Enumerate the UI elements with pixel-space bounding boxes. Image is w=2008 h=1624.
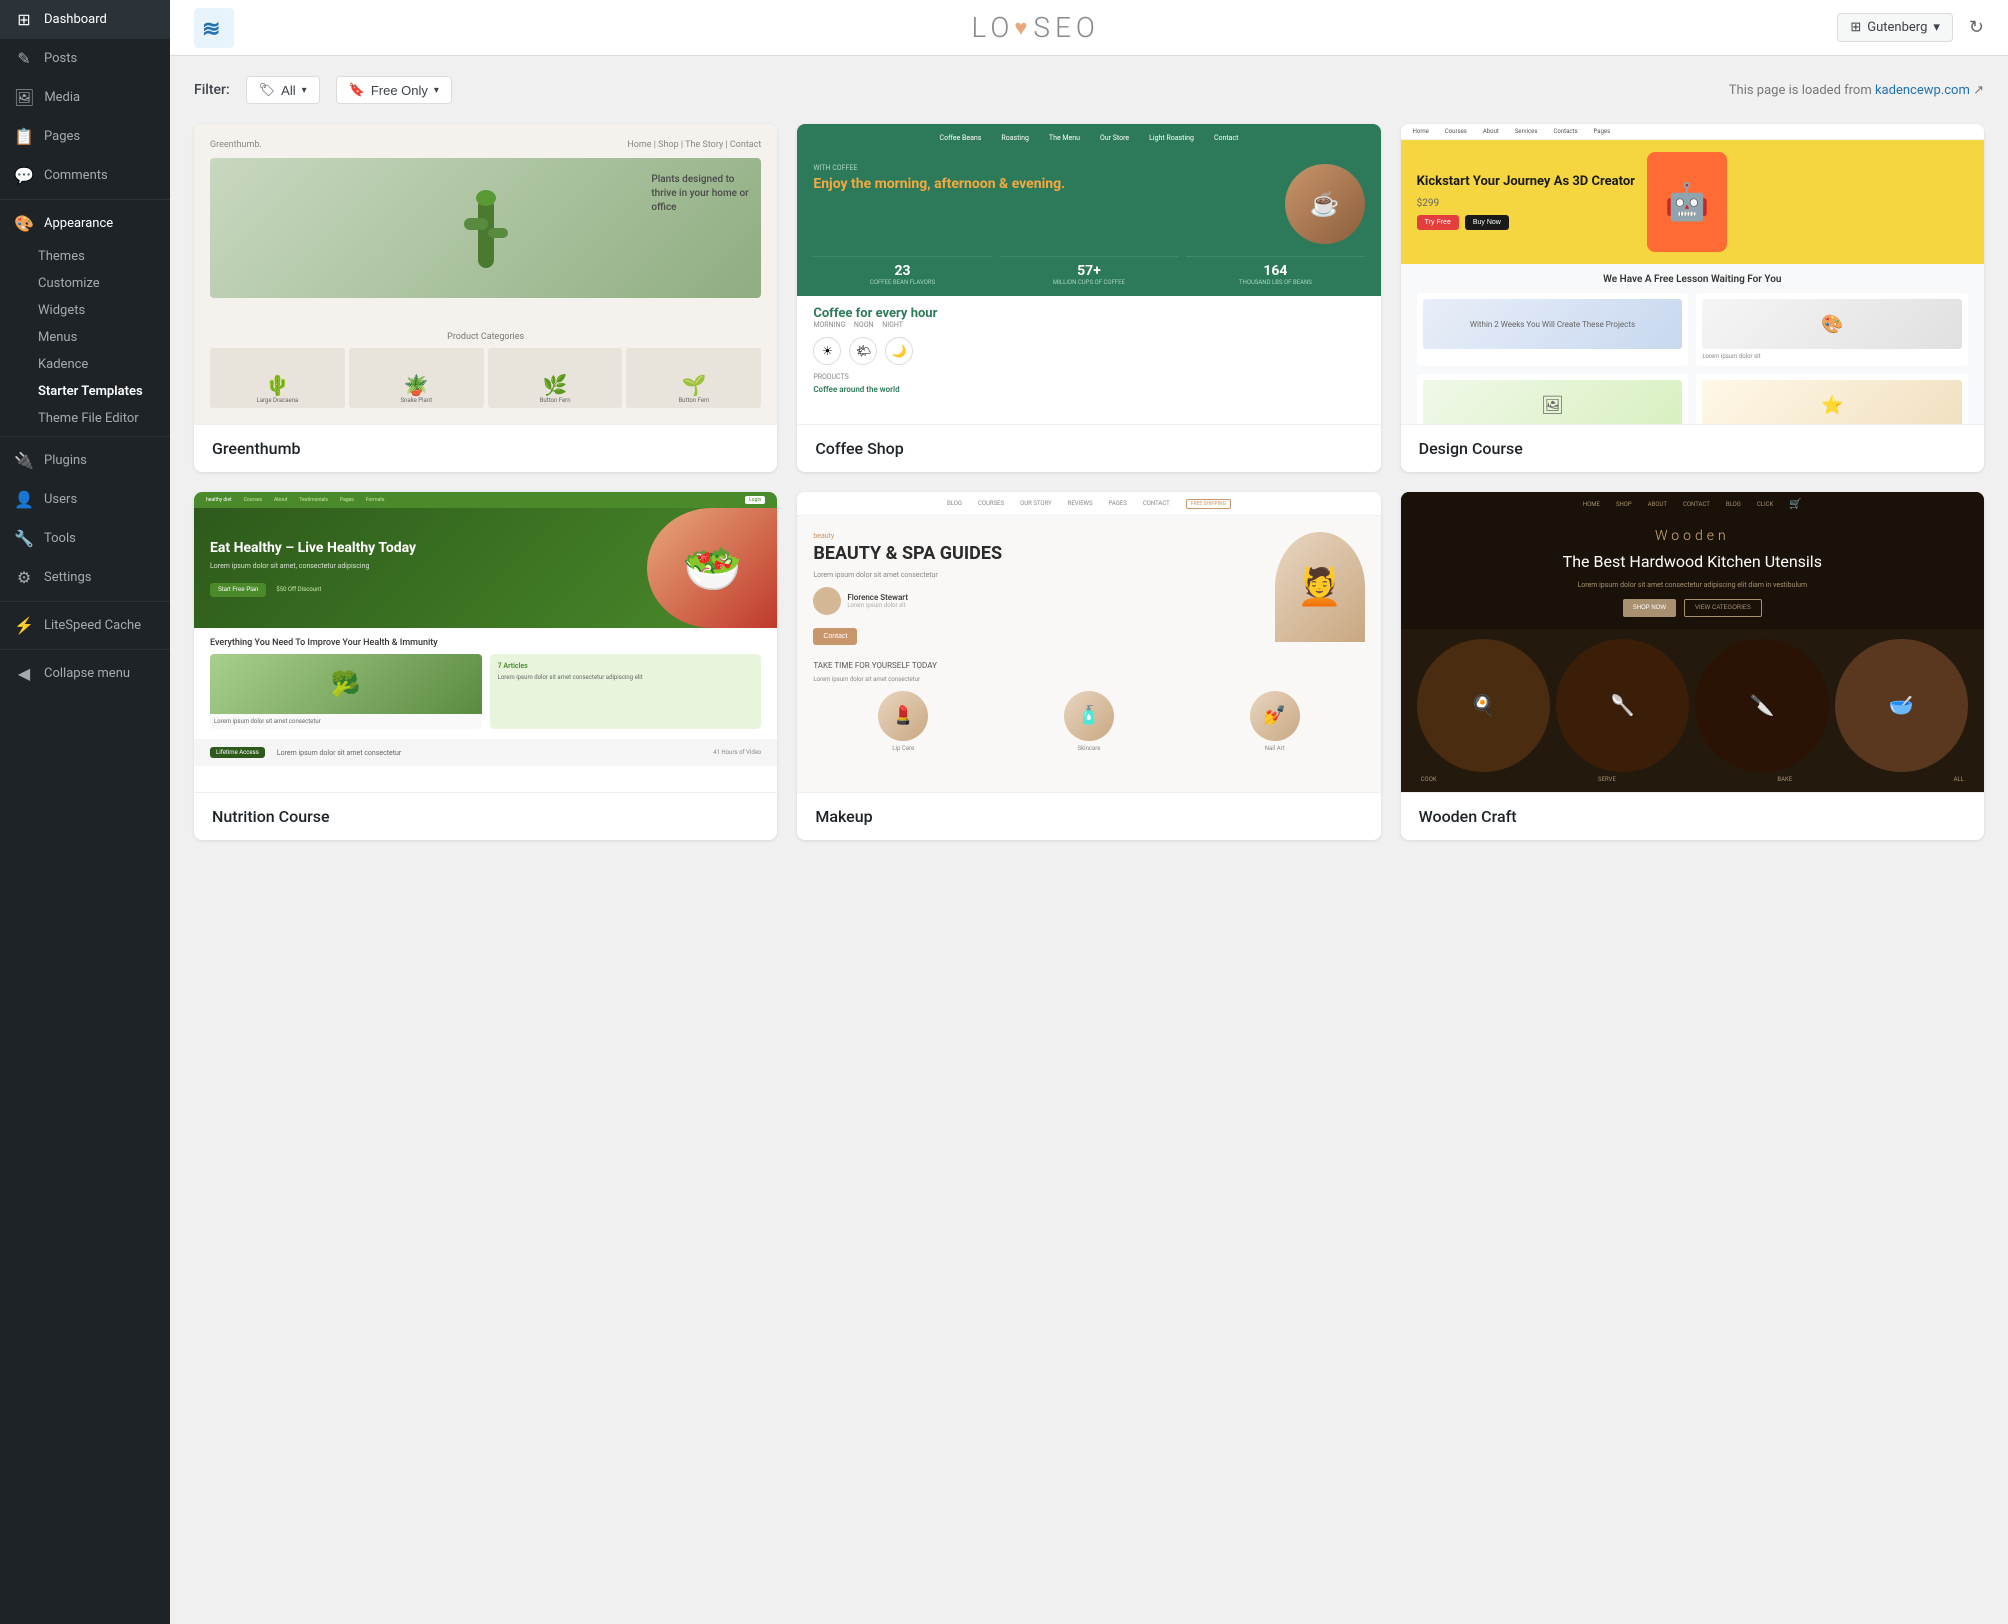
sidebar-sub-customize[interactable]: Customize bbox=[0, 270, 170, 297]
filter-all-label: All bbox=[281, 83, 295, 98]
topbar-right: ⊞ Gutenberg ▾ ↻ bbox=[1837, 13, 1984, 42]
settings-icon: ⚙ bbox=[14, 568, 34, 587]
collapse-label: Collapse menu bbox=[44, 666, 130, 681]
sidebar-sub-starter-templates[interactable]: Starter Templates bbox=[0, 378, 170, 405]
sidebar-item-label: Tools bbox=[44, 531, 76, 546]
sidebar-item-label: Comments bbox=[44, 168, 108, 183]
topbar: ≋ LO ♥ SEO ⊞ Gutenberg ▾ ↻ bbox=[170, 0, 2008, 56]
template-title-greenthumb: Greenthumb bbox=[194, 424, 777, 472]
template-title-nutrition-course: Nutrition Course bbox=[194, 792, 777, 840]
template-card-nutrition-course[interactable]: healthy diet Courses About Testimonials … bbox=[194, 492, 777, 840]
filter-bar: Filter: 🏷 All ▾ 🔖 Free Only ▾ This page … bbox=[194, 76, 1984, 104]
sidebar-item-users[interactable]: 👤 Users bbox=[0, 480, 170, 519]
topbar-logo: ≋ bbox=[194, 8, 234, 48]
template-title-wooden-craft: Wooden Craft bbox=[1401, 792, 1984, 840]
template-grid: Greenthumb. Home | Shop | The Story | Co… bbox=[194, 124, 1984, 840]
appearance-icon: 🎨 bbox=[14, 214, 34, 233]
template-title-coffee-shop: Coffee Shop bbox=[797, 424, 1380, 472]
filter-left: Filter: 🏷 All ▾ 🔖 Free Only ▾ bbox=[194, 76, 452, 104]
media-icon: 🖼 bbox=[14, 88, 34, 107]
chevron-down-icon: ▾ bbox=[434, 85, 439, 96]
sidebar-item-label: Settings bbox=[44, 570, 91, 585]
logo-text-lo: LO bbox=[971, 11, 1014, 44]
sidebar-item-dashboard[interactable]: ⊞ Dashboard bbox=[0, 0, 170, 39]
site-logo-icon: ≋ bbox=[194, 8, 234, 48]
divider bbox=[0, 649, 170, 650]
template-preview-design-course: Home Courses About Services Contacts Pag… bbox=[1401, 124, 1984, 424]
logo-heart-icon: ♥ bbox=[1014, 15, 1033, 41]
chevron-down-icon: ▾ bbox=[1933, 20, 1940, 35]
users-icon: 👤 bbox=[14, 490, 34, 509]
collapse-icon: ◀ bbox=[14, 664, 34, 683]
tag-icon: 🏷 bbox=[259, 82, 276, 98]
plugins-icon: 🔌 bbox=[14, 451, 34, 470]
page-source-text: This page is loaded from bbox=[1729, 83, 1872, 98]
logo-text-seo: SEO bbox=[1033, 11, 1100, 44]
template-card-coffee-shop[interactable]: Coffee BeansRoastingThe MenuOur StoreLig… bbox=[797, 124, 1380, 472]
sidebar-item-label: Dashboard bbox=[44, 12, 107, 27]
sidebar-sub-kadence[interactable]: Kadence bbox=[0, 351, 170, 378]
template-preview-greenthumb: Greenthumb. Home | Shop | The Story | Co… bbox=[194, 124, 777, 424]
svg-text:≋: ≋ bbox=[202, 17, 220, 42]
sidebar-sub-theme-file-editor[interactable]: Theme File Editor bbox=[0, 405, 170, 432]
sidebar-sub-themes[interactable]: Themes bbox=[0, 243, 170, 270]
sidebar-item-label: Users bbox=[44, 492, 77, 507]
template-preview-nutrition-course: healthy diet Courses About Testimonials … bbox=[194, 492, 777, 792]
sidebar-item-label: LiteSpeed Cache bbox=[44, 618, 141, 633]
template-preview-coffee-shop: Coffee BeansRoastingThe MenuOur StoreLig… bbox=[797, 124, 1380, 424]
sidebar-item-pages[interactable]: 📋 Pages bbox=[0, 117, 170, 156]
content-area: Filter: 🏷 All ▾ 🔖 Free Only ▾ This page … bbox=[170, 56, 2008, 1624]
sidebar-item-media[interactable]: 🖼 Media bbox=[0, 78, 170, 117]
posts-icon: ✎ bbox=[14, 49, 34, 68]
gutenberg-button[interactable]: ⊞ Gutenberg ▾ bbox=[1837, 13, 1953, 42]
bookmark-icon: 🔖 bbox=[349, 82, 365, 98]
sidebar-item-settings[interactable]: ⚙ Settings bbox=[0, 558, 170, 597]
filter-free-button[interactable]: 🔖 Free Only ▾ bbox=[336, 76, 452, 104]
filter-source-info: This page is loaded from kadencewp.com ↗ bbox=[1729, 83, 1984, 98]
sidebar-sub-menus[interactable]: Menus bbox=[0, 324, 170, 351]
sidebar-sub-widgets[interactable]: Widgets bbox=[0, 297, 170, 324]
template-preview-makeup: BLOGCOURSESOUR STORYREVIEWSPAGESCONTACT … bbox=[797, 492, 1380, 792]
sidebar-item-plugins[interactable]: 🔌 Plugins bbox=[0, 441, 170, 480]
comments-icon: 💬 bbox=[14, 166, 34, 185]
template-card-design-course[interactable]: Home Courses About Services Contacts Pag… bbox=[1401, 124, 1984, 472]
sidebar-item-posts[interactable]: ✎ Posts bbox=[0, 39, 170, 78]
main-area: ≋ LO ♥ SEO ⊞ Gutenberg ▾ ↻ Filter: 🏷 All bbox=[170, 0, 2008, 1624]
pages-icon: 📋 bbox=[14, 127, 34, 146]
template-title-makeup: Makeup bbox=[797, 792, 1380, 840]
sidebar-item-label: Plugins bbox=[44, 453, 87, 468]
refresh-button[interactable]: ↻ bbox=[1969, 17, 1984, 38]
sidebar-item-litespeed[interactable]: ⚡ LiteSpeed Cache bbox=[0, 606, 170, 645]
gutenberg-label: Gutenberg bbox=[1867, 20, 1927, 35]
tools-icon: 🔧 bbox=[14, 529, 34, 548]
divider bbox=[0, 601, 170, 602]
gutenberg-icon: ⊞ bbox=[1850, 20, 1861, 35]
sidebar: ⊞ Dashboard ✎ Posts 🖼 Media 📋 Pages 💬 Co… bbox=[0, 0, 170, 1624]
template-card-greenthumb[interactable]: Greenthumb. Home | Shop | The Story | Co… bbox=[194, 124, 777, 472]
site-title: LO ♥ SEO bbox=[971, 11, 1099, 44]
sidebar-item-label: Media bbox=[44, 90, 80, 105]
filter-free-label: Free Only bbox=[371, 83, 428, 98]
sidebar-item-appearance[interactable]: 🎨 Appearance bbox=[0, 204, 170, 243]
template-title-design-course: Design Course bbox=[1401, 424, 1984, 472]
sidebar-item-label: Appearance bbox=[44, 216, 113, 231]
sidebar-item-label: Pages bbox=[44, 129, 80, 144]
kadence-link[interactable]: kadencewp.com bbox=[1875, 83, 1970, 98]
sidebar-item-tools[interactable]: 🔧 Tools bbox=[0, 519, 170, 558]
template-card-wooden-craft[interactable]: HOMESHOPABOUTCONTACTBLOGCLICK 🛒 Wooden T… bbox=[1401, 492, 1984, 840]
dashboard-icon: ⊞ bbox=[14, 10, 34, 29]
filter-all-button[interactable]: 🏷 All ▾ bbox=[246, 76, 320, 104]
sidebar-item-collapse[interactable]: ◀ Collapse menu bbox=[0, 654, 170, 693]
divider bbox=[0, 436, 170, 437]
sidebar-item-label: Posts bbox=[44, 51, 77, 66]
sidebar-item-comments[interactable]: 💬 Comments bbox=[0, 156, 170, 195]
template-preview-wooden-craft: HOMESHOPABOUTCONTACTBLOGCLICK 🛒 Wooden T… bbox=[1401, 492, 1984, 792]
divider bbox=[0, 199, 170, 200]
template-card-makeup[interactable]: BLOGCOURSESOUR STORYREVIEWSPAGESCONTACT … bbox=[797, 492, 1380, 840]
litespeed-icon: ⚡ bbox=[14, 616, 34, 635]
filter-label: Filter: bbox=[194, 82, 230, 98]
chevron-down-icon: ▾ bbox=[302, 85, 307, 96]
external-link-icon: ↗ bbox=[1973, 83, 1984, 98]
